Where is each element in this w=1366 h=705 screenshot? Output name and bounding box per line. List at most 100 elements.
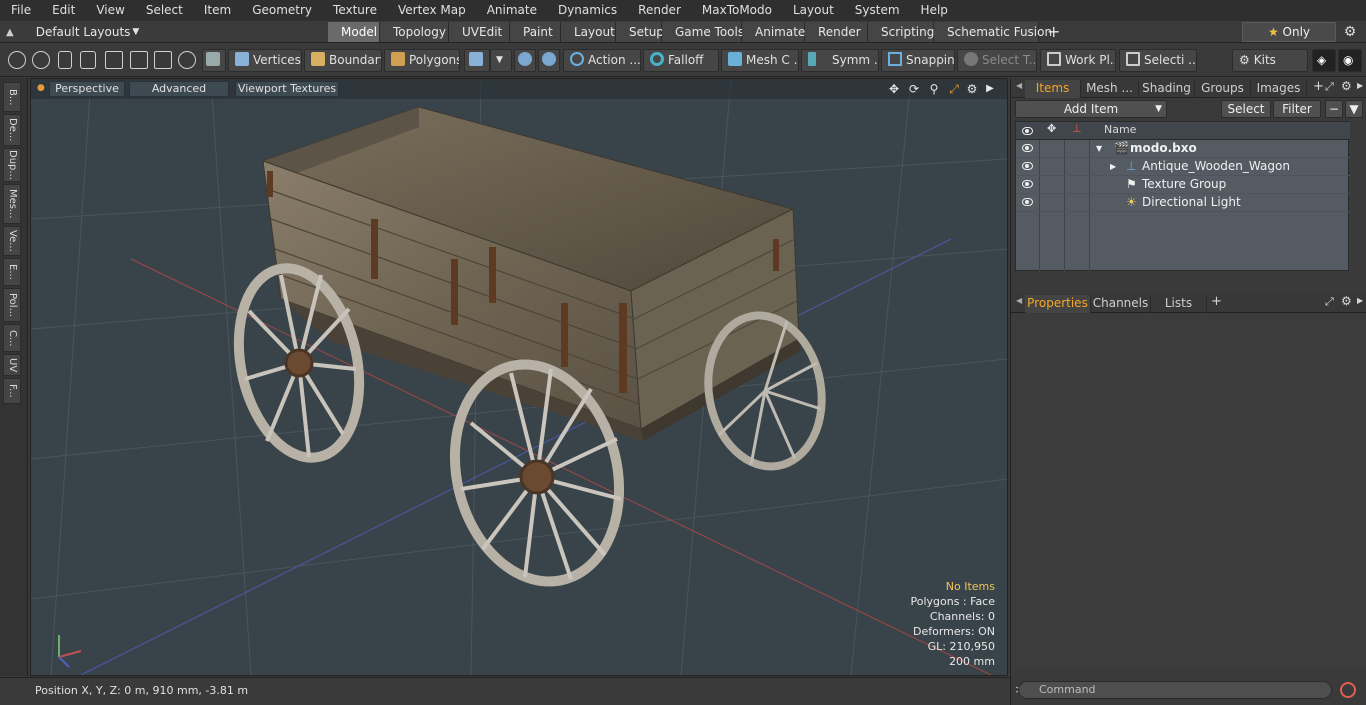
tab-shading[interactable]: Shading xyxy=(1139,80,1195,98)
snap-a-button[interactable] xyxy=(514,49,536,72)
menu-render[interactable]: Render xyxy=(627,0,691,21)
menu-dynamics[interactable]: Dynamics xyxy=(547,0,627,21)
left-tab-uv[interactable]: UV xyxy=(3,354,21,376)
item-mode-button[interactable] xyxy=(202,49,226,72)
tab-channels[interactable]: Channels xyxy=(1091,295,1151,313)
eye-icon[interactable] xyxy=(1022,162,1033,170)
tab-scripting[interactable]: Scripting xyxy=(868,22,934,42)
grid-icon[interactable] xyxy=(130,51,148,69)
viewport-textures-button[interactable]: Viewport Textures xyxy=(235,81,339,97)
gear-icon[interactable]: ⚙ xyxy=(965,82,979,96)
tab-layout[interactable]: Layout xyxy=(561,22,616,42)
left-tab-mesh-edit[interactable]: Mes... xyxy=(3,184,21,224)
eye-icon[interactable] xyxy=(1022,198,1033,206)
tab-render[interactable]: Render xyxy=(805,22,868,42)
kits-button[interactable]: ⚙ Kits xyxy=(1232,49,1308,72)
tab-groups[interactable]: Groups xyxy=(1195,80,1251,98)
action-center-button[interactable]: Action ... xyxy=(563,49,641,72)
collapse-button[interactable]: − xyxy=(1325,100,1343,118)
filter-funnel-button[interactable]: ▼ xyxy=(1345,100,1363,118)
name-column-header[interactable]: Name xyxy=(1104,123,1136,136)
left-tab-basic[interactable]: B... xyxy=(3,82,21,112)
gear-icon[interactable]: ⚙ xyxy=(1341,79,1352,93)
add-tab-button[interactable]: + xyxy=(1039,22,1068,42)
left-tab-polygon[interactable]: Pol... xyxy=(3,288,21,322)
tab-mesh-ops[interactable]: Mesh ... xyxy=(1081,80,1139,98)
expand-arrow-icon[interactable]: ▼ xyxy=(1096,140,1102,157)
play-icon[interactable]: ▶ xyxy=(983,82,997,96)
menu-animate[interactable]: Animate xyxy=(476,0,547,21)
left-tab-edge[interactable]: E... xyxy=(3,258,21,286)
rotate-view-icon[interactable]: ⟳ xyxy=(907,82,921,96)
menu-view[interactable]: View xyxy=(85,0,134,21)
filter-button[interactable]: Filter xyxy=(1273,100,1321,118)
maximize-view-icon[interactable]: ⤢ xyxy=(947,82,961,96)
menu-file[interactable]: File xyxy=(0,0,41,21)
only-toggle[interactable]: ★ Only xyxy=(1242,22,1336,42)
list-item-mesh[interactable]: ▶ ⊥ Antique_Wooden_Wagon xyxy=(1016,158,1350,176)
snap-b-button[interactable] xyxy=(538,49,560,72)
perspective-button[interactable]: Perspective xyxy=(49,81,125,97)
eye-icon[interactable] xyxy=(1022,144,1033,152)
left-tab-curve[interactable]: C... xyxy=(3,324,21,352)
left-tab-vertex[interactable]: Ve... xyxy=(3,226,21,256)
zoom-view-icon[interactable]: ⚲ xyxy=(927,82,941,96)
move-view-icon[interactable]: ✥ xyxy=(887,82,901,96)
add-panel-tab-icon[interactable]: + xyxy=(1313,79,1324,94)
tab-animate[interactable]: Animate xyxy=(742,22,805,42)
selection-sets-button[interactable]: Selecti ... xyxy=(1119,49,1197,72)
unreal-button[interactable]: ◉ xyxy=(1338,49,1362,72)
tab-lists[interactable]: Lists xyxy=(1151,295,1207,313)
menu-help[interactable]: Help xyxy=(910,0,958,21)
panel-arrow-icon[interactable]: ▶ xyxy=(1357,296,1363,305)
list-item-texture-group[interactable]: ⚑ Texture Group xyxy=(1016,176,1350,194)
menu-select[interactable]: Select xyxy=(135,0,193,21)
left-tab-fusion[interactable]: F... xyxy=(3,378,21,404)
tab-game-tools[interactable]: Game Tools xyxy=(662,22,744,42)
list-item-scene[interactable]: ▼ 🎬 modo.bxo xyxy=(1016,140,1350,158)
add-panel-tab-icon[interactable]: + xyxy=(1211,294,1222,309)
gear-icon[interactable]: ⚙ xyxy=(1341,294,1352,308)
tab-properties[interactable]: Properties xyxy=(1025,295,1091,313)
left-tab-duplicate[interactable]: Dup... xyxy=(3,148,21,182)
select-circle-icon[interactable] xyxy=(8,51,26,69)
tab-images[interactable]: Images xyxy=(1251,80,1307,98)
panel-arrow-icon[interactable]: ▶ xyxy=(1357,81,1363,90)
menu-vertex-map[interactable]: Vertex Map xyxy=(387,0,476,21)
advanced-button[interactable]: Advanced xyxy=(129,81,229,97)
menu-system[interactable]: System xyxy=(844,0,910,21)
layers-icon[interactable] xyxy=(105,51,123,69)
menu-texture[interactable]: Texture xyxy=(322,0,387,21)
expand-panel-icon[interactable]: ⤢ xyxy=(1325,80,1334,94)
layouts-dropdown[interactable]: ▲ Default Layouts ▼ xyxy=(6,21,139,43)
tab-items[interactable]: Items xyxy=(1025,80,1081,98)
sphere-icon[interactable] xyxy=(178,51,196,69)
expand-arrow-icon[interactable]: ▶ xyxy=(1110,158,1116,175)
vertices-button[interactable]: Vertices xyxy=(228,49,302,72)
mesh-constraint-button[interactable]: Mesh C ... xyxy=(721,49,799,72)
menu-layout[interactable]: Layout xyxy=(782,0,844,21)
brush-icon[interactable] xyxy=(80,51,96,69)
unity-button[interactable]: ◈ xyxy=(1312,49,1336,72)
gear-icon[interactable]: ⚙ xyxy=(1342,24,1358,40)
tab-model[interactable]: Model xyxy=(328,22,380,42)
snapping-button[interactable]: Snapping xyxy=(881,49,955,72)
tab-setup[interactable]: Setup xyxy=(616,22,664,42)
add-item-dropdown[interactable]: Add Item ▼ xyxy=(1015,100,1167,118)
symmetry-button[interactable]: Symm ... xyxy=(801,49,879,72)
expand-panel-icon[interactable]: ⤢ xyxy=(1325,295,1334,309)
menu-edit[interactable]: Edit xyxy=(41,0,85,21)
boundary-button[interactable]: Boundary xyxy=(304,49,382,72)
tab-topology[interactable]: Topology xyxy=(380,22,449,42)
polygons-button[interactable]: Polygons xyxy=(384,49,460,72)
frame-icon[interactable] xyxy=(154,51,172,69)
menu-item[interactable]: Item xyxy=(193,0,241,21)
select-button[interactable]: Select xyxy=(1221,100,1271,118)
tab-uvedit[interactable]: UVEdit xyxy=(449,22,510,42)
pen-icon[interactable] xyxy=(58,51,72,69)
select-through-button[interactable]: Select T... xyxy=(957,49,1037,72)
tab-schematic-fusion[interactable]: Schematic Fusion xyxy=(934,22,1052,42)
falloff-button[interactable]: Falloff xyxy=(643,49,719,72)
material-dropdown[interactable]: ▼ xyxy=(490,49,512,72)
menu-geometry[interactable]: Geometry xyxy=(241,0,322,21)
